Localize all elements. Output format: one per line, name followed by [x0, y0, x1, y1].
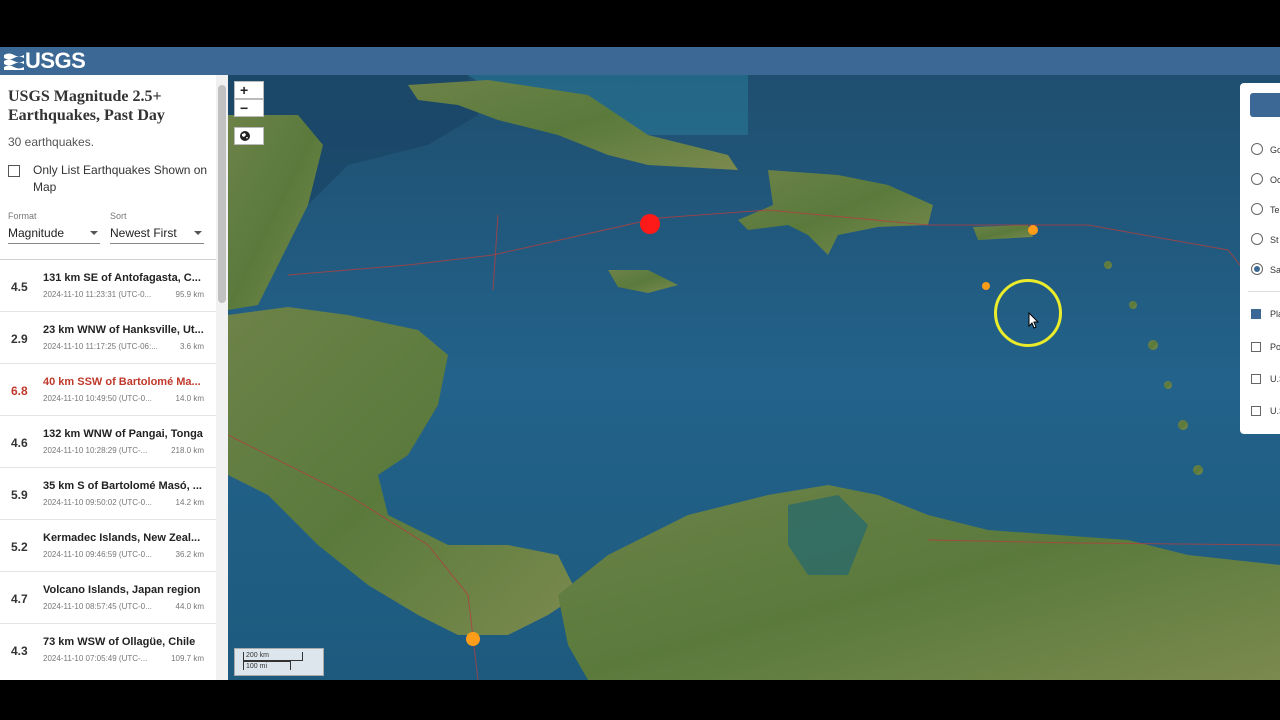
magnitude: 5.9	[11, 488, 28, 502]
magnitude: 4.6	[11, 436, 28, 450]
format-select[interactable]: Magnitude	[8, 223, 100, 244]
earthquake-marker-major[interactable]	[640, 214, 660, 234]
earthquake-count: 30 earthquakes.	[8, 135, 95, 149]
format-label: Format	[8, 211, 37, 221]
globe-icon	[240, 131, 250, 141]
mouse-cursor-icon	[1028, 312, 1040, 329]
overlay-label-4: U.S	[1270, 406, 1280, 416]
map-layers-panel: Go Oc Te St Sa Pla Po U.S U.S	[1240, 83, 1280, 434]
scale-mi: 100 mi	[246, 663, 268, 670]
basemap-label-1: Go	[1270, 145, 1280, 155]
overlay-checkbox-1[interactable]	[1251, 309, 1261, 319]
sort-value: Newest First	[110, 226, 177, 240]
only-list-shown-toggle[interactable]: Only List Earthquakes Shown on Map	[8, 162, 208, 196]
earthquake-list-sidebar: USGS Magnitude 2.5+ Earthquakes, Past Da…	[0, 75, 228, 680]
earthquake-row[interactable]: 4.7 Volcano Islands, Japan region 2024-1…	[0, 571, 216, 623]
timestamp: 2024-11-10 11:23:31 (UTC-0...	[43, 290, 152, 299]
usgs-app: USGS USGS Magnitude 2.5+ Earthquakes, Pa…	[0, 47, 1280, 680]
depth: 218.0 km	[171, 446, 204, 455]
earthquake-marker[interactable]	[982, 282, 990, 290]
logo-text: USGS	[25, 48, 86, 73]
timestamp: 2024-11-10 07:05:49 (UTC-...	[43, 654, 148, 663]
basemap-radio-1[interactable]	[1251, 143, 1263, 155]
timestamp: 2024-11-10 10:28:29 (UTC-...	[43, 446, 148, 455]
location: 23 km WNW of Hanksville, Ut...	[43, 324, 204, 336]
overlay-label-2: Po	[1270, 342, 1280, 352]
depth: 14.2 km	[175, 498, 204, 507]
timestamp: 2024-11-10 09:50:02 (UTC-0...	[43, 498, 152, 507]
satellite-map	[228, 75, 1280, 680]
list-title: USGS Magnitude 2.5+ Earthquakes, Past Da…	[8, 88, 165, 124]
earthquake-marker[interactable]	[1028, 225, 1038, 235]
usgs-logo[interactable]: USGS	[4, 48, 86, 74]
layers-panel-button[interactable]	[1250, 93, 1280, 117]
earthquake-row[interactable]: 5.2 Kermadec Islands, New Zeal... 2024-1…	[0, 519, 216, 571]
depth: 14.0 km	[175, 394, 204, 403]
top-bar: USGS	[0, 47, 1280, 75]
overlay-checkbox-2[interactable]	[1251, 342, 1261, 352]
timestamp: 2024-11-10 10:49:50 (UTC-0...	[43, 394, 152, 403]
earthquake-list: 4.5 131 km SE of Antofagasta, C... 2024-…	[0, 259, 216, 675]
zoom-in-button[interactable]: +	[234, 81, 264, 99]
map-scale: 200 km 100 mi	[234, 648, 324, 676]
sidebar-scrollbar[interactable]	[216, 75, 228, 680]
earthquake-row-selected[interactable]: 6.8 40 km SSW of Bartolomé Ma... 2024-11…	[0, 363, 216, 415]
basemap-label-2: Oc	[1270, 175, 1280, 185]
location: 40 km SSW of Bartolomé Ma...	[43, 376, 201, 388]
depth: 109.7 km	[171, 654, 204, 663]
sort-select[interactable]: Newest First	[110, 223, 204, 244]
timestamp: 2024-11-10 09:46:59 (UTC-0...	[43, 550, 152, 559]
magnitude: 4.7	[11, 592, 28, 606]
location: 73 km WSW of Ollagüe, Chile	[43, 636, 196, 648]
magnitude: 2.9	[11, 332, 28, 346]
usgs-wave-icon	[4, 53, 24, 70]
basemap-radio-3[interactable]	[1251, 203, 1263, 215]
depth: 95.9 km	[175, 290, 204, 299]
map-view[interactable]: + − 200 km 100 mi	[228, 75, 1280, 680]
basemap-radio-5[interactable]	[1251, 263, 1263, 275]
location: 35 km S of Bartolomé Masó, ...	[43, 480, 202, 492]
basemap-label-3: Te	[1270, 205, 1280, 215]
basemap-label-5: Sa	[1270, 265, 1280, 275]
location: 132 km WNW of Pangai, Tonga	[43, 428, 203, 440]
depth: 44.0 km	[175, 602, 204, 611]
sort-label: Sort	[110, 211, 127, 221]
basemap-globe-button[interactable]	[234, 127, 264, 145]
location: Kermadec Islands, New Zeal...	[43, 532, 201, 544]
only-list-checkbox[interactable]	[8, 165, 20, 177]
zoom-out-button[interactable]: −	[234, 99, 264, 117]
earthquake-row[interactable]: 4.6 132 km WNW of Pangai, Tonga 2024-11-…	[0, 415, 216, 467]
earthquake-row[interactable]: 2.9 23 km WNW of Hanksville, Ut... 2024-…	[0, 311, 216, 363]
magnitude: 4.3	[11, 644, 28, 658]
earthquake-row[interactable]: 4.5 131 km SE of Antofagasta, C... 2024-…	[0, 259, 216, 311]
format-value: Magnitude	[8, 226, 65, 240]
chevron-down-icon	[90, 231, 98, 235]
earthquake-marker[interactable]	[466, 632, 480, 646]
location: 131 km SE of Antofagasta, C...	[43, 272, 201, 284]
earthquake-row[interactable]: 4.3 73 km WSW of Ollagüe, Chile 2024-11-…	[0, 623, 216, 675]
earthquake-row[interactable]: 5.9 35 km S of Bartolomé Masó, ... 2024-…	[0, 467, 216, 519]
overlay-checkbox-4[interactable]	[1251, 406, 1261, 416]
overlay-checkbox-3[interactable]	[1251, 374, 1261, 384]
overlay-label-1: Pla	[1270, 309, 1280, 319]
magnitude: 5.2	[11, 540, 28, 554]
overlay-label-3: U.S	[1270, 374, 1280, 384]
scale-km: 200 km	[246, 652, 269, 659]
magnitude: 4.5	[11, 280, 28, 294]
only-list-label: Only List Earthquakes Shown on Map	[33, 163, 208, 194]
depth: 36.2 km	[175, 550, 204, 559]
magnitude: 6.8	[11, 384, 28, 398]
scrollbar-thumb[interactable]	[218, 85, 226, 303]
depth: 3.6 km	[179, 342, 204, 351]
chevron-down-icon	[194, 231, 202, 235]
basemap-radio-4[interactable]	[1251, 233, 1263, 245]
basemap-radio-2[interactable]	[1251, 173, 1263, 185]
location: Volcano Islands, Japan region	[43, 584, 201, 596]
basemap-label-4: St	[1270, 235, 1279, 245]
timestamp: 2024-11-10 11:17:25 (UTC-06:...	[43, 342, 158, 351]
timestamp: 2024-11-10 08:57:45 (UTC-0...	[43, 602, 152, 611]
panel-divider	[1248, 291, 1280, 292]
